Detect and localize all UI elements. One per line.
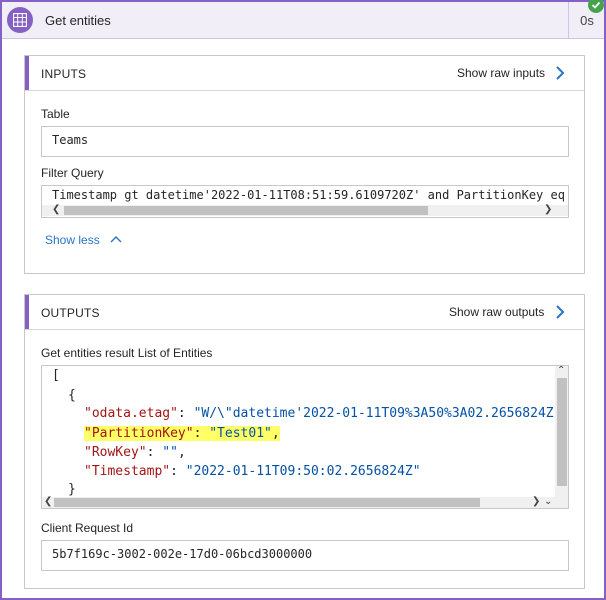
json-open-bracket: [ (52, 368, 60, 383)
client-request-value: 5b7f169c-3002-002e-17d0-06bcd3000000 (52, 547, 313, 561)
outputs-card: OUTPUTS Show raw outputs Get entities re… (24, 294, 585, 589)
filter-query-value: Timestamp gt datetime'2022-01-11T08:51:5… (52, 188, 565, 202)
scroll-left-icon[interactable]: ❮ (44, 496, 52, 508)
table-value: Teams (52, 133, 89, 147)
json-line-etag: "odata.etag": "W/\"datetime'2022-01-11T0… (84, 404, 569, 424)
show-less-label: Show less (45, 233, 100, 247)
json-line-rowkey: "RowKey": "", (84, 443, 186, 463)
table-label: Table (41, 107, 70, 121)
filter-query-scrollbar[interactable]: ❮ ❯ (42, 204, 568, 216)
action-header[interactable]: Get entities 0s (2, 2, 604, 39)
json-horizontal-scrollbar[interactable]: ❮ ❯ ⌄ (42, 496, 555, 508)
show-less-link[interactable]: Show less (45, 233, 123, 247)
show-raw-inputs-link[interactable]: Show raw inputs (457, 66, 545, 80)
table-grid-icon (7, 7, 33, 33)
scroll-up-icon[interactable]: ⌃ (557, 366, 565, 377)
show-raw-outputs-link[interactable]: Show raw outputs (449, 305, 544, 319)
chevron-right-icon[interactable] (555, 65, 565, 81)
client-request-field[interactable]: 5b7f169c-3002-002e-17d0-06bcd3000000 (41, 540, 569, 571)
json-colon: : (177, 406, 194, 421)
json-key: "Timestamp" (84, 464, 171, 479)
inputs-title: INPUTS (41, 67, 87, 81)
chevron-right-icon[interactable] (555, 304, 565, 320)
scroll-right-icon[interactable]: ❯ (544, 204, 552, 216)
chevron-up-icon (110, 236, 122, 243)
json-value: "" (162, 445, 178, 460)
json-colon: : (146, 445, 163, 460)
json-open-brace: { (68, 388, 76, 403)
json-value: "Test01" (209, 426, 272, 441)
inputs-card: INPUTS Show raw inputs Table Teams Filte… (24, 55, 585, 274)
json-key: "RowKey" (84, 445, 147, 460)
action-card: Get entities 0s INPUTS Show raw inputs T… (0, 0, 606, 600)
json-line-partitionkey: "PartitionKey": "Test01", (84, 424, 280, 444)
outputs-accent-bar (25, 295, 29, 329)
json-line-timestamp: "Timestamp": "2022-01-11T09:50:02.265682… (84, 462, 421, 482)
scroll-right-icon[interactable]: ❯ (532, 496, 540, 508)
json-comma: , (177, 445, 186, 460)
json-colon: : (193, 426, 210, 441)
json-vertical-scrollbar[interactable]: ⌃ (555, 366, 568, 508)
json-value: "2022-01-11T09:50:02.2656824Z" (185, 464, 421, 479)
outputs-header: OUTPUTS Show raw outputs (25, 295, 584, 330)
json-key: "odata.etag" (84, 406, 178, 421)
filter-query-scroll-thumb[interactable] (64, 206, 428, 215)
scroll-down-icon[interactable]: ⌄ (544, 496, 552, 508)
inputs-header: INPUTS Show raw inputs (25, 56, 584, 91)
json-horizontal-scroll-thumb[interactable] (54, 498, 480, 507)
client-request-label: Client Request Id (41, 521, 134, 535)
json-comma: , (271, 426, 280, 441)
result-json-viewer[interactable]: [ { "odata.etag": "W/\"datetime'2022-01-… (41, 365, 569, 509)
scroll-left-icon[interactable]: ❮ (52, 204, 60, 216)
json-colon: : (170, 464, 186, 479)
action-title: Get entities (45, 13, 111, 28)
inputs-accent-bar (25, 56, 29, 90)
filter-query-field[interactable]: Timestamp gt datetime'2022-01-11T08:51:5… (41, 185, 569, 218)
outputs-title: OUTPUTS (41, 306, 100, 320)
json-key: "PartitionKey" (84, 426, 194, 441)
table-field[interactable]: Teams (41, 126, 569, 157)
filter-query-label: Filter Query (41, 166, 104, 180)
result-label: Get entities result List of Entities (41, 346, 213, 360)
json-value: "W/\"datetime'2022-01-11T09%3A50%3A02.26… (193, 406, 569, 421)
json-vertical-scroll-thumb[interactable] (557, 378, 567, 486)
